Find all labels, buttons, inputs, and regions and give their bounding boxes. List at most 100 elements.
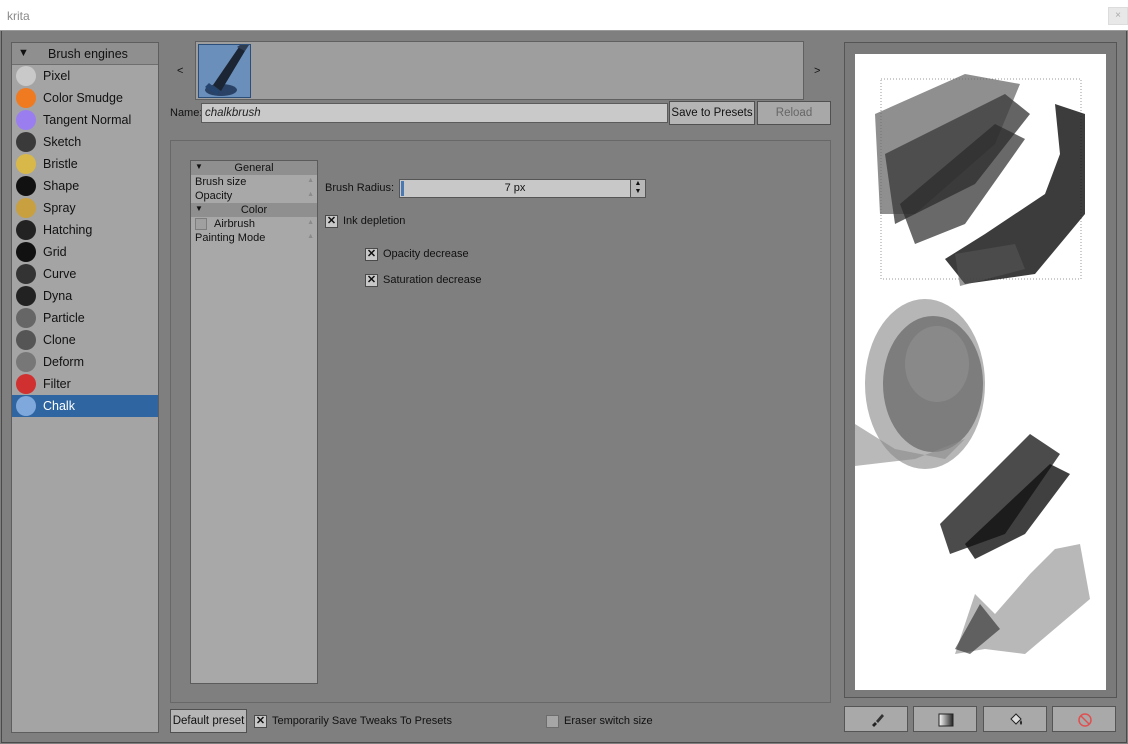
engine-item-chalk[interactable]: Chalk — [12, 395, 158, 417]
engine-label: Spray — [43, 201, 76, 215]
engine-label: Particle — [43, 311, 85, 325]
airbrush-label: Airbrush — [214, 218, 255, 230]
engine-label: Dyna — [43, 289, 73, 303]
scratchpad-panel — [844, 42, 1117, 698]
clone-icon — [16, 330, 36, 350]
particle-icon — [16, 308, 36, 328]
curve-indicator-icon: ▲ — [307, 219, 314, 226]
engine-item-pixel[interactable]: Pixel — [12, 65, 158, 87]
engines-header[interactable]: ▼ Brush engines — [12, 43, 158, 65]
dyna-icon — [16, 286, 36, 306]
spin-down-icon[interactable]: ▼ — [631, 188, 645, 196]
ink-depletion-label: Ink depletion — [343, 215, 406, 227]
slider-fill — [401, 181, 404, 196]
sketch-icon — [16, 132, 36, 152]
scratchpad-canvas[interactable] — [855, 54, 1106, 690]
default-preset-button[interactable]: Default preset — [170, 709, 247, 733]
curve-indicator-icon: ▲ — [307, 233, 314, 240]
next-preset-button[interactable]: > — [814, 65, 820, 77]
engine-label: Hatching — [43, 223, 93, 237]
spin-up-icon[interactable]: ▲ — [631, 180, 645, 188]
engine-label: Sketch — [43, 135, 82, 149]
brush-fill-icon — [872, 714, 884, 727]
engine-item-clone[interactable]: Clone — [12, 329, 158, 351]
engines-header-label: Brush engines — [48, 47, 128, 61]
chalk-preset-thumbnail[interactable] — [198, 44, 251, 98]
engine-label: Pixel — [43, 69, 71, 83]
engine-label: Bristle — [43, 157, 78, 171]
brush-radius-label: Brush Radius: — [325, 182, 395, 194]
gradient-icon — [938, 713, 954, 727]
engine-item-deform[interactable]: Deform — [12, 351, 158, 373]
engine-item-tangent-normal[interactable]: Tangent Normal — [12, 109, 158, 131]
paint-bucket-icon — [1010, 713, 1022, 725]
brush-engines-list: ▼ Brush engines Pixel Color Smudge Tangent… — [11, 42, 159, 733]
engine-item-bristle[interactable]: Bristle — [12, 153, 158, 175]
airbrush-checkbox[interactable] — [195, 218, 207, 230]
engine-item-shape[interactable]: Shape — [12, 175, 158, 197]
option-categories-list: ▼ General Brush size ▲ Opacity ▲ ▼ Color… — [190, 160, 318, 684]
close-icon[interactable]: × — [1108, 7, 1128, 25]
general-header-label: General — [234, 162, 274, 174]
preset-strip — [195, 41, 804, 100]
color-section-header[interactable]: ▼ Color — [191, 203, 317, 217]
option-airbrush[interactable]: Airbrush ▲ — [191, 217, 317, 231]
fill-gradient-button[interactable] — [913, 706, 977, 732]
ink-depletion-checkbox[interactable]: ✕ — [325, 215, 338, 228]
engine-label: Filter — [43, 377, 71, 391]
eraser-switch-checkbox[interactable] — [546, 715, 559, 728]
window-title: krita — [7, 9, 30, 23]
save-to-presets-button[interactable]: Save to Presets — [669, 101, 755, 125]
clear-icon — [1078, 713, 1092, 727]
brush-radius-slider[interactable]: 7 px — [399, 179, 631, 198]
option-brush-size[interactable]: Brush size ▲ — [191, 175, 317, 189]
engine-label: Tangent Normal — [43, 113, 132, 127]
brush-radius-spinner[interactable]: ▲ ▼ — [630, 179, 646, 198]
eraser-switch-label: Eraser switch size — [564, 715, 653, 727]
opacity-decrease-checkbox[interactable]: ✕ — [365, 248, 378, 261]
engine-item-sketch[interactable]: Sketch — [12, 131, 158, 153]
hatching-icon — [16, 220, 36, 240]
opacity-decrease-label: Opacity decrease — [383, 248, 469, 260]
pixel-brush-icon — [16, 66, 36, 86]
color-header-label: Color — [240, 204, 268, 216]
saturation-decrease-label: Saturation decrease — [383, 274, 482, 286]
engine-item-spray[interactable]: Spray — [12, 197, 158, 219]
fill-background-button[interactable] — [983, 706, 1047, 732]
painting-mode-label: Painting Mode — [195, 232, 266, 244]
general-section-header[interactable]: ▼ General — [191, 161, 317, 175]
filter-icon — [16, 374, 36, 394]
engine-label: Chalk — [43, 399, 75, 413]
curve-indicator-icon: ▲ — [307, 177, 314, 184]
collapse-triangle-icon[interactable]: ▼ — [18, 47, 29, 59]
engine-item-curve[interactable]: Curve — [12, 263, 158, 285]
clear-scratchpad-button[interactable] — [1052, 706, 1116, 732]
reload-button[interactable]: Reload — [757, 101, 831, 125]
deform-icon — [16, 352, 36, 372]
engine-item-dyna[interactable]: Dyna — [12, 285, 158, 307]
chalk-icon — [16, 396, 36, 416]
name-label: Name: — [170, 107, 203, 119]
engine-item-color-smudge[interactable]: Color Smudge — [12, 87, 158, 109]
preset-name-input[interactable]: chalkbrush — [201, 103, 668, 123]
brush-size-label: Brush size — [195, 176, 247, 188]
engine-item-filter[interactable]: Filter — [12, 373, 158, 395]
previous-preset-button[interactable]: < — [177, 65, 183, 77]
engine-item-particle[interactable]: Particle — [12, 307, 158, 329]
shape-icon — [16, 176, 36, 196]
engine-item-grid[interactable]: Grid — [12, 241, 158, 263]
option-opacity[interactable]: Opacity ▲ — [191, 189, 317, 203]
curve-indicator-icon: ▲ — [307, 191, 314, 198]
save-tweaks-checkbox[interactable]: ✕ — [254, 715, 267, 728]
engine-label: Clone — [43, 333, 76, 347]
opacity-label: Opacity — [195, 190, 233, 202]
engine-label: Color Smudge — [43, 91, 123, 105]
tangent-normal-icon — [16, 110, 36, 130]
option-painting-mode[interactable]: Painting Mode ▲ — [191, 231, 317, 245]
engine-label: Shape — [43, 179, 80, 193]
color-smudge-icon — [16, 88, 36, 108]
saturation-decrease-checkbox[interactable]: ✕ — [365, 274, 378, 287]
fill-with-brush-button[interactable] — [844, 706, 908, 732]
engine-item-hatching[interactable]: Hatching — [12, 219, 158, 241]
brush-radius-value: 7 px — [504, 182, 526, 194]
